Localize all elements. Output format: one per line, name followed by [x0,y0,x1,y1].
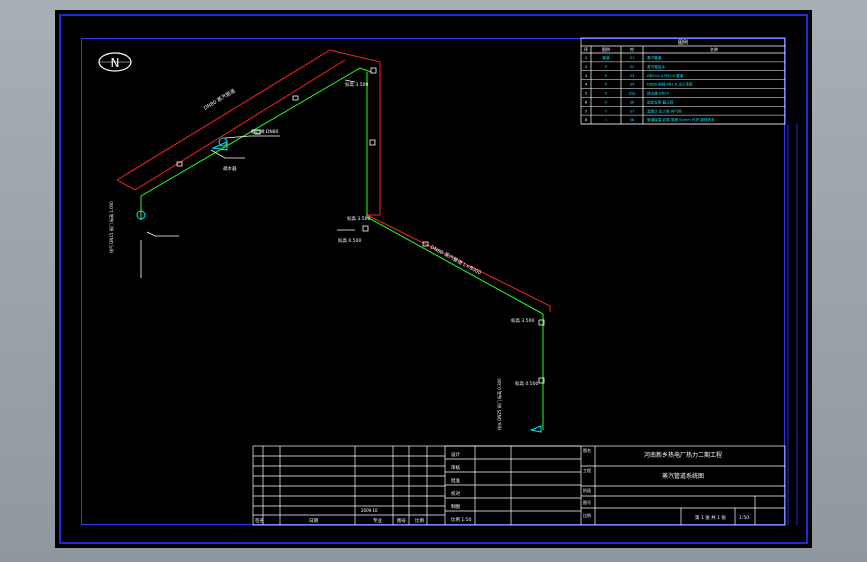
legend-cell: 3 [585,74,587,78]
red-pipe-outline [116,49,551,312]
legend-cell: S7 [630,109,635,113]
tb-date: 2009.10 [361,508,378,513]
tb-bottom-2: 专业 [373,517,382,524]
north-letter: N [111,56,120,70]
legend-cell: DN80 闸阀 PN1.6 法兰连接 [647,82,693,87]
legend-cell: 2 [585,65,587,69]
drawing-viewport[interactable]: N DN80 蒸汽管道 DN80 蒸汽管道 L=8000 标高 3.500 标高… [55,10,812,548]
legend-cell: S4 [630,83,635,87]
tb-right-1: 工程 [583,467,591,473]
legend-cell: 管道 [602,55,610,60]
legend-cell: P [605,65,608,69]
tb-right-0: 图名 [583,447,591,453]
tb-bottom-4: 比例 [415,517,424,524]
label-node-a: 标高 3.500 [345,81,368,88]
legend-cell: P [605,83,608,87]
legend-cell: S8 [630,118,635,122]
legend-cell: 管道保温 岩棉 厚度 50mm 外护 镀锌铁皮 [647,117,715,122]
green-pipe-run [140,67,544,430]
legend-cell: 疏水器 DN25 [647,91,669,96]
legend-cell: 温度计 压力表 排气阀 [647,108,682,113]
tb-row-1: 审核 [451,464,460,471]
legend-rows: 1 管道 S1 蒸汽管道 2 P S2 蒸汽凝结水 3 P S3 Ø89×4.0 PN1.6 管道 4 P… [581,55,785,125]
legend-cell: S3 [630,74,635,78]
tb-row-3: 校对 [451,490,460,497]
legend-cell: 4 [585,83,588,87]
drawing-title: 蒸汽管道系统图 [662,472,704,480]
legend-cell: 8 [585,118,588,122]
label-note-left: 排气 DN15 阀门 标高 1.000 [108,201,114,253]
legend-cell: V [605,100,608,104]
project-title: 河南新乡热电厂热力二期工程 [644,451,722,459]
legend-title: 图例 [678,39,688,46]
legend-cell: I [605,118,606,122]
legend-cell: 5 [585,92,587,96]
tb-right-2: 阶段 [583,487,591,493]
valve-icon[interactable] [136,137,542,433]
legend-cell: S2 [630,65,635,69]
cad-drawing-canvas[interactable]: N DN80 蒸汽管道 DN80 蒸汽管道 L=8000 标高 3.500 标高… [55,10,812,548]
label-diagonal-run: DN80 蒸汽管道 L=8000 [429,244,482,277]
legend-cell: 蒸汽管道 [647,55,662,60]
legend-header-cell: 名称 [710,46,718,52]
legend-headers: 序 图例 符 名称 [584,46,718,52]
label-note-right: 排水 DN25 阀门 标高 0.300 [496,378,502,430]
legend-cell: T [604,109,608,113]
label-node-c: 标高 0.500 [338,237,361,244]
tb-row-5: 比例 1:50 [451,516,472,523]
legend-cell: S5a [629,92,636,96]
legend-header-cell: 序 [584,46,588,52]
tb-bottom-0: 签名 [255,517,264,524]
tb-bottom-1: 日期 [309,518,318,524]
legend-cell: 固定支架 截止阀 [647,99,674,104]
label-top-run: DN80 蒸汽管道 [202,87,236,111]
tb-row-2: 批准 [451,477,460,484]
legend-cell: S1 [630,56,635,60]
legend-table [580,37,786,125]
legend-header-cell: 符 [630,46,634,52]
legend-cell: 6 [585,100,588,104]
label-node-e: 标高 0.500 [515,380,538,387]
label-node-b: 标高 3.500 [347,215,370,222]
legend-header-cell: 图例 [602,46,610,52]
legend-cell: S6 [630,100,635,104]
leader-lines [140,79,356,278]
legend-cell: 1 [585,56,587,60]
tb-right-4: 比例 [583,512,591,518]
legend-cell: Ø89×4.0 PN1.6 管道 [647,73,684,78]
north-arrow-icon: N [98,52,132,72]
legend-cell: 7 [585,109,587,113]
right-margin-strip [787,124,798,525]
tb-row-0: 设计 [451,451,460,458]
legend-cell: 蒸汽凝结水 [647,64,665,69]
label-valve-a: 截止阀 DN80 [251,128,279,135]
sheet-number: 第 1 张 共 1 张 [695,514,726,521]
tb-row-4: 制图 [451,503,460,510]
label-valve-b: 疏水器 [223,165,237,172]
tb-scale: 1:50 [739,515,749,521]
tb-right-3: 图号 [583,499,591,505]
tb-bottom-3: 图号 [397,518,406,524]
legend-cell: V [605,92,608,96]
pipe-fittings [176,67,545,384]
label-node-d: 标高 3.500 [511,317,534,324]
legend-cell: P [605,74,608,78]
